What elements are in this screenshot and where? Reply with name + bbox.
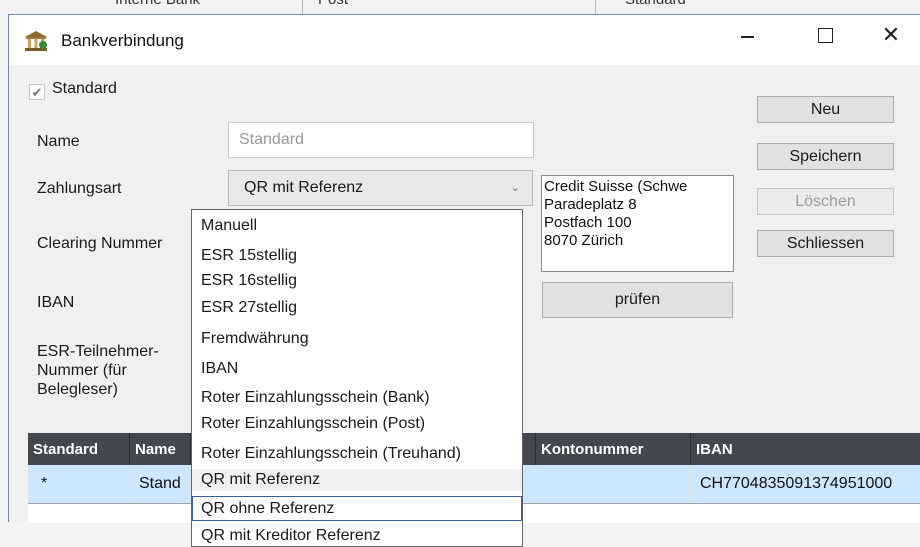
schliessen-button[interactable]: Schliessen [757, 230, 894, 257]
dropdown-option[interactable]: ESR 15stellig [192, 245, 522, 267]
name-label: Name [37, 133, 80, 150]
clearing-number-label: Clearing Nummer [37, 235, 163, 252]
title-bar[interactable]: Bankverbindung ✕ [9, 15, 920, 65]
name-input[interactable]: Standard [228, 122, 534, 158]
minimize-icon [740, 36, 754, 38]
dropdown-option-selected[interactable]: QR mit Referenz [192, 469, 522, 491]
address-line: Postfach 100 [544, 214, 632, 231]
background-cell: Standard [625, 0, 686, 8]
bank-icon [25, 31, 47, 51]
loeschen-button[interactable]: Löschen [757, 188, 894, 215]
pruefen-button[interactable]: prüfen [542, 282, 733, 318]
cell-standard: * [28, 465, 130, 503]
column-header-standard[interactable]: Standard [28, 433, 130, 465]
dropdown-option[interactable]: ESR 27stellig [192, 297, 522, 319]
address-line: Credit Suisse (Schwe [544, 178, 688, 195]
esr-participant-label: ESR-Teilnehmer-Nummer (für Belegleser) [37, 343, 159, 398]
neu-button[interactable]: Neu [757, 96, 894, 123]
background-grid-strip: Interne Bank Post Standard [0, 0, 920, 14]
dropdown-option[interactable]: Roter Einzahlungsschein (Bank) [192, 387, 522, 409]
dropdown-option[interactable]: ESR 16stellig [192, 270, 522, 292]
maximize-icon [817, 27, 833, 43]
dropdown-option[interactable]: QR mit Kreditor Referenz [192, 525, 522, 546]
cell-name: Stand [130, 465, 191, 503]
dropdown-option[interactable]: Roter Einzahlungsschein (Post) [192, 413, 522, 435]
cell-kontonummer [536, 465, 691, 503]
close-button[interactable]: ✕ [865, 15, 917, 55]
column-header-iban[interactable]: IBAN [691, 433, 920, 465]
close-icon: ✕ [881, 22, 901, 48]
zahlungsart-dropdown-list[interactable]: Manuell ESR 15stellig ESR 16stellig ESR … [191, 209, 523, 547]
iban-label: IBAN [37, 294, 75, 311]
column-header-kontonummer[interactable]: Kontonummer [536, 433, 691, 465]
dropdown-option[interactable]: Manuell [192, 215, 522, 237]
chevron-down-icon[interactable]: ⌄ [511, 181, 520, 194]
address-line: Paradeplatz 8 [544, 196, 637, 213]
dropdown-option-focused[interactable]: QR ohne Referenz [192, 496, 522, 521]
window-title: Bankverbindung [61, 31, 184, 50]
zahlungsart-label: Zahlungsart [37, 180, 122, 197]
cell-iban: CH7704835091374951000 [700, 475, 893, 492]
dropdown-option[interactable]: IBAN [192, 358, 522, 380]
background-cell: Interne Bank [115, 0, 200, 8]
background-separator [595, 0, 596, 14]
zahlungsart-select[interactable]: QR mit Referenz ⌄ [228, 170, 533, 206]
background-separator [302, 0, 303, 14]
standard-checkbox[interactable]: ✔ [29, 84, 45, 100]
dropdown-option[interactable]: Fremdwährung [192, 328, 522, 350]
background-left-edge [0, 14, 8, 547]
minimize-button[interactable] [721, 15, 773, 55]
zahlungsart-value: QR mit Referenz [244, 179, 364, 196]
background-cell: Post [318, 0, 348, 8]
column-header-name[interactable]: Name [130, 433, 191, 465]
standard-checkbox-label[interactable]: Standard [52, 80, 117, 98]
checkmark-icon: ✔ [31, 84, 43, 100]
maximize-button[interactable] [799, 15, 851, 55]
speichern-button[interactable]: Speichern [757, 143, 894, 170]
dropdown-option[interactable]: Roter Einzahlungsschein (Treuhand) [192, 443, 522, 465]
address-line: 8070 Zürich [544, 232, 624, 249]
bank-address-box: Credit Suisse (Schwe Paradeplatz 8 Postf… [541, 175, 734, 272]
